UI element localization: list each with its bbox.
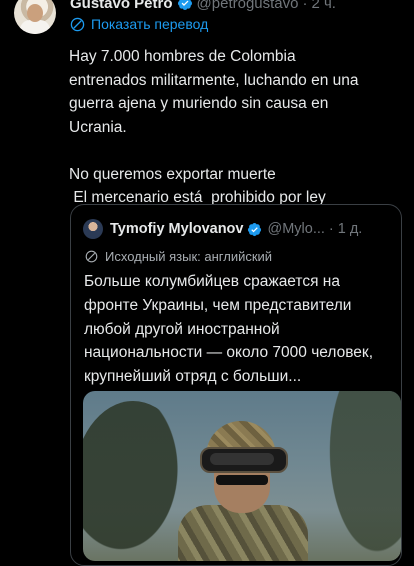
avatar-face <box>27 4 43 22</box>
show-translation-label: Показать перевод <box>91 16 209 32</box>
author-handle[interactable]: @petrogustavo <box>197 0 299 12</box>
quoted-tweet-timestamp[interactable]: 1 д. <box>338 221 363 237</box>
quoted-author-handle[interactable]: @Mylo... <box>267 221 324 237</box>
show-translation-link[interactable]: Показать перевод <box>70 16 208 32</box>
tweet-header: Gustavo Petro @petrogustavo · 2 ч. <box>70 0 336 13</box>
tweet-text: Hay 7.000 hombres de Colombia entrenados… <box>69 48 359 206</box>
avatar-shirt <box>20 20 50 34</box>
separator-dot: · <box>328 221 334 237</box>
verified-badge-icon <box>248 222 262 236</box>
soldier-goggles <box>200 447 288 473</box>
verified-badge-icon <box>177 0 192 10</box>
soldier-uniform <box>178 505 308 561</box>
source-language-label: Исходный язык: английский <box>105 249 273 264</box>
quoted-tweet-text: Больше колумбийцев сражается на фронте У… <box>84 273 374 386</box>
photo-tree <box>83 401 193 561</box>
quoted-tweet[interactable]: Tymofiy Mylovanov @Mylo... · 1 д. Исходн… <box>70 204 402 566</box>
quoted-tweet-header: Tymofiy Mylovanov @Mylo... · 1 д. <box>83 219 362 239</box>
photo-tree <box>311 391 401 561</box>
globe-icon <box>70 17 85 31</box>
tweet-timestamp[interactable]: 2 ч. <box>311 0 336 12</box>
author-avatar[interactable] <box>14 0 56 34</box>
quoted-tweet-photo[interactable] <box>83 391 401 561</box>
photo-soldier <box>178 421 308 561</box>
source-language-note: Исходный язык: английский <box>85 249 272 264</box>
author-name[interactable]: Gustavo Petro <box>70 0 173 12</box>
globe-icon <box>85 250 98 263</box>
soldier-sunglasses <box>216 475 268 485</box>
quoted-author-name[interactable]: Tymofiy Mylovanov <box>110 221 243 237</box>
quoted-author-avatar[interactable] <box>83 219 103 239</box>
separator-dot: · <box>302 0 308 12</box>
